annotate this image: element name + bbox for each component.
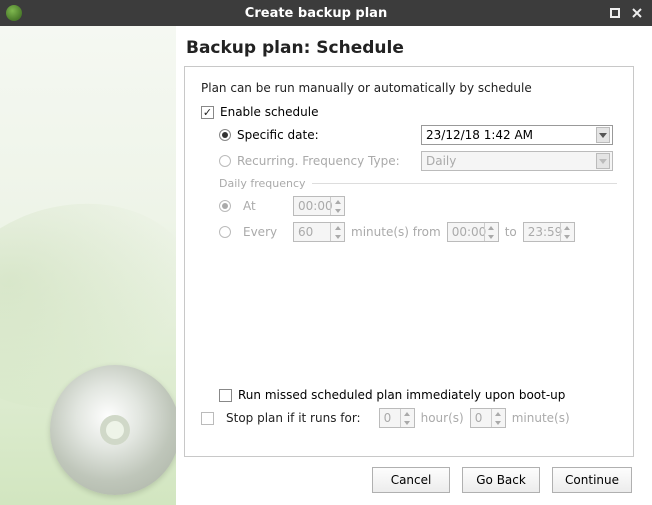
run-missed-checkbox[interactable] — [219, 389, 232, 402]
specific-date-value: 23/12/18 1:42 AM — [426, 128, 533, 142]
page-title: Backup plan: Schedule — [184, 38, 634, 58]
spinner-buttons — [330, 223, 344, 241]
stop-hours-spinner: 0 — [379, 408, 415, 428]
every-unit-label: minute(s) from — [351, 225, 441, 239]
schedule-panel: Plan can be run manually or automaticall… — [184, 66, 634, 457]
specific-date-label: Specific date: — [237, 128, 421, 142]
specific-date-radio[interactable] — [219, 129, 231, 141]
every-from-value: 00:00 — [448, 225, 484, 239]
stop-plan-checkbox[interactable] — [201, 412, 214, 425]
close-icon — [632, 8, 642, 18]
every-radio — [219, 226, 231, 238]
every-to-value: 23:59 — [524, 225, 560, 239]
every-to-label: to — [505, 225, 517, 239]
stop-minutes-label: minute(s) — [512, 411, 570, 425]
enable-schedule-checkbox[interactable] — [201, 106, 214, 119]
at-time-value: 00:00 — [294, 199, 330, 213]
enable-schedule-label: Enable schedule — [220, 105, 318, 119]
intro-text: Plan can be run manually or automaticall… — [201, 81, 617, 95]
specific-date-field[interactable]: 23/12/18 1:42 AM — [421, 125, 613, 145]
every-from-spinner: 00:00 — [447, 222, 499, 242]
every-to-spinner: 23:59 — [523, 222, 575, 242]
spinner-buttons — [330, 197, 344, 215]
go-back-button[interactable]: Go Back — [462, 467, 540, 493]
frequency-type-value: Daily — [426, 154, 456, 168]
every-label: Every — [243, 225, 287, 239]
every-value-spinner: 60 — [293, 222, 345, 242]
app-icon — [6, 5, 22, 21]
daily-frequency-legend: Daily frequency — [219, 177, 617, 190]
disc-graphic — [50, 365, 176, 495]
wizard-sidebar — [0, 26, 176, 505]
spinner-buttons — [400, 409, 414, 427]
recurring-radio[interactable] — [219, 155, 231, 167]
window-title: Create backup plan — [30, 6, 602, 21]
wizard-footer: Cancel Go Back Continue — [184, 457, 634, 493]
spinner-buttons — [491, 409, 505, 427]
stop-minutes-value: 0 — [471, 411, 491, 425]
maximize-icon — [610, 8, 620, 18]
maximize-button[interactable] — [606, 4, 624, 22]
at-time-spinner: 00:00 — [293, 196, 345, 216]
stop-plan-label: Stop plan if it runs for: — [226, 411, 361, 425]
at-radio — [219, 200, 231, 212]
dropdown-arrow-icon — [596, 153, 610, 169]
recurring-label: Recurring. Frequency Type: — [237, 154, 421, 168]
stop-hours-label: hour(s) — [421, 411, 464, 425]
stop-minutes-spinner: 0 — [470, 408, 506, 428]
cancel-button[interactable]: Cancel — [372, 467, 450, 493]
at-label: At — [243, 199, 287, 213]
every-value: 60 — [294, 225, 330, 239]
spinner-buttons — [560, 223, 574, 241]
titlebar: Create backup plan — [0, 0, 652, 26]
run-missed-label: Run missed scheduled plan immediately up… — [238, 388, 565, 402]
continue-button[interactable]: Continue — [552, 467, 632, 493]
stop-hours-value: 0 — [380, 411, 400, 425]
frequency-type-field: Daily — [421, 151, 613, 171]
spinner-buttons — [484, 223, 498, 241]
close-button[interactable] — [628, 4, 646, 22]
dropdown-arrow-icon — [596, 127, 610, 143]
